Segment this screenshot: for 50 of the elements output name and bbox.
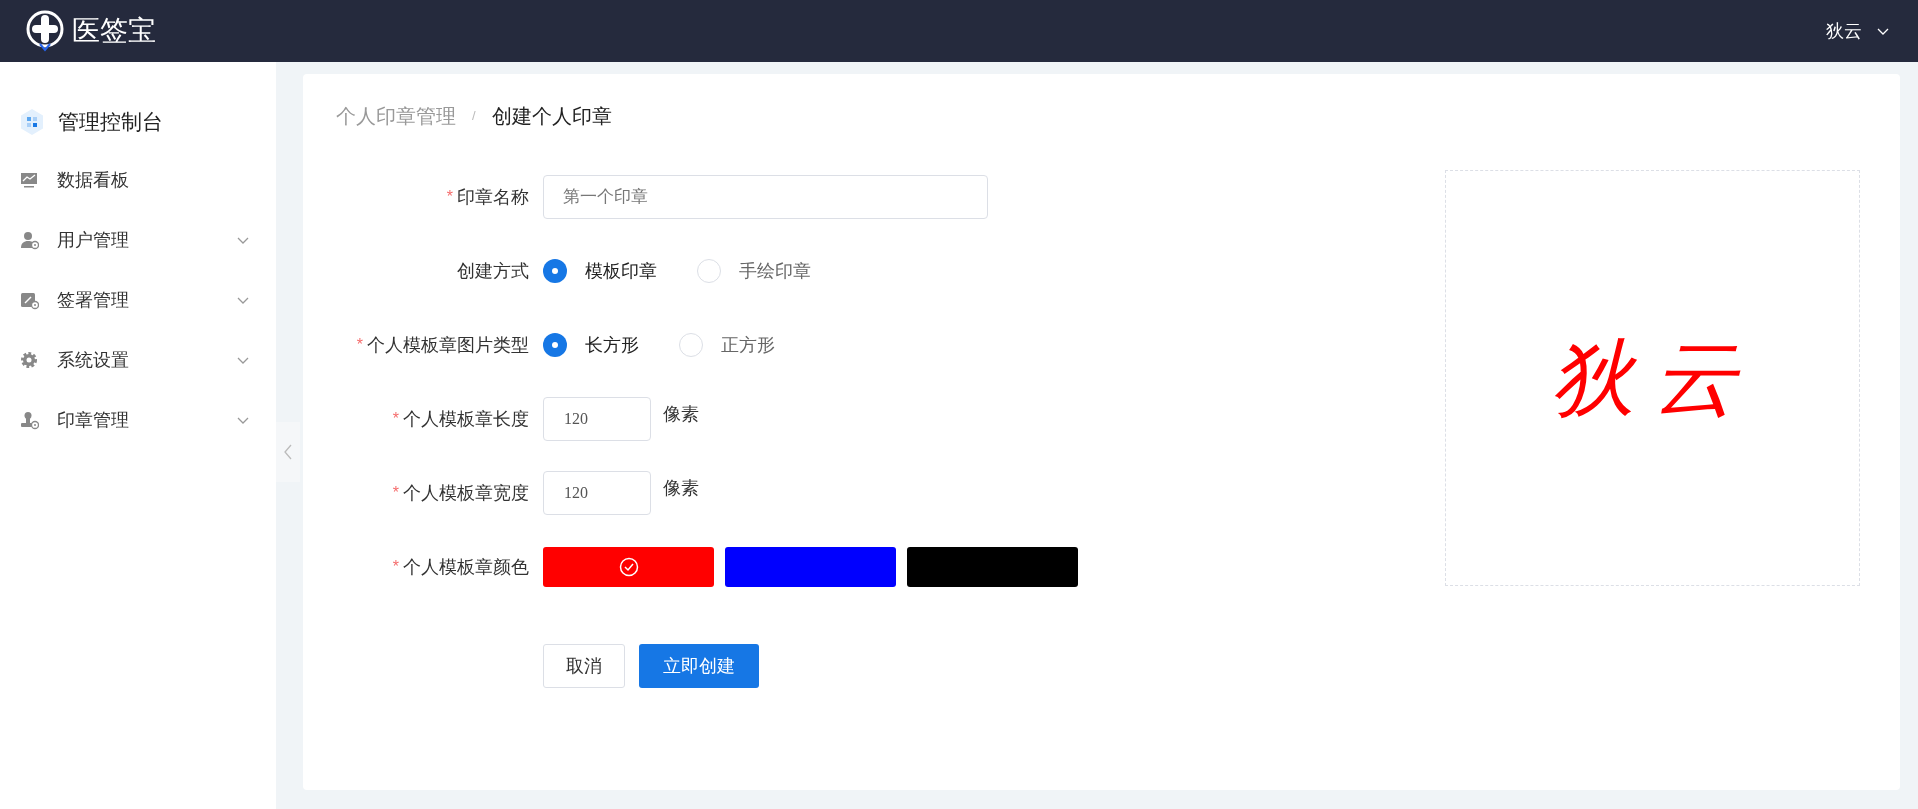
pen-icon <box>20 290 39 310</box>
color-swatch[interactable] <box>543 547 714 587</box>
sidebar-title: 管理控制台 <box>58 109 163 136</box>
user-menu[interactable]: 狄云 <box>1826 17 1894 45</box>
chevron-left-icon <box>283 443 293 461</box>
required-mark: * <box>446 187 453 207</box>
field-label: 个人模板章宽度 <box>403 481 529 505</box>
required-mark: * <box>392 409 399 429</box>
input-field[interactable]: 第一个印章 <box>543 175 988 219</box>
radio-option[interactable]: 模板印章 <box>543 257 657 285</box>
breadcrumb-current: 创建个人印章 <box>491 104 612 129</box>
collapse-sidebar-button[interactable] <box>276 422 300 482</box>
logo-icon <box>24 10 66 52</box>
required-mark: * <box>392 557 399 577</box>
sidebar-item[interactable]: 数据看板 <box>0 150 276 210</box>
radio-button[interactable] <box>697 259 721 283</box>
stamp-text: 狄云 <box>1550 328 1755 429</box>
number-field[interactable]: 120 <box>543 471 651 515</box>
field-label: 印章名称 <box>457 185 529 209</box>
sidebar-item[interactable]: 印章管理 <box>0 390 276 450</box>
app-title: 医签宝 <box>72 14 156 48</box>
radio-button[interactable] <box>543 259 567 283</box>
radio-option[interactable]: 正方形 <box>679 331 775 359</box>
radio-button[interactable] <box>543 333 567 357</box>
field-label: 个人模板章颜色 <box>403 555 529 579</box>
sidebar-item[interactable]: 用户管理 <box>0 210 276 270</box>
sidebar-item[interactable]: 系统设置 <box>0 330 276 390</box>
unit-label: 像素 <box>663 403 699 426</box>
cancel-button[interactable]: 取消 <box>543 644 625 688</box>
unit-label: 像素 <box>663 477 699 500</box>
field-label: 个人模板章图片类型 <box>367 333 529 357</box>
color-swatch[interactable] <box>907 547 1078 587</box>
field-label: 创建方式 <box>457 259 529 283</box>
breadcrumb-separator: / <box>472 107 476 126</box>
required-mark: * <box>356 335 363 355</box>
radio-option[interactable]: 手绘印章 <box>697 257 811 285</box>
field-label: 个人模板章长度 <box>403 407 529 431</box>
stamp-icon <box>20 410 39 430</box>
number-field[interactable]: 120 <box>543 397 651 441</box>
chart-icon <box>20 170 39 190</box>
create-button[interactable]: 立即创建 <box>639 644 759 688</box>
required-mark: * <box>392 483 399 503</box>
color-swatch[interactable] <box>725 547 896 587</box>
dashboard-icon <box>20 109 44 135</box>
user-icon <box>20 230 39 250</box>
check-circle-icon <box>618 557 639 577</box>
radio-button[interactable] <box>679 333 703 357</box>
radio-option[interactable]: 长方形 <box>543 331 639 359</box>
sidebar-item[interactable]: 签署管理 <box>0 270 276 330</box>
settings-icon <box>20 350 39 370</box>
